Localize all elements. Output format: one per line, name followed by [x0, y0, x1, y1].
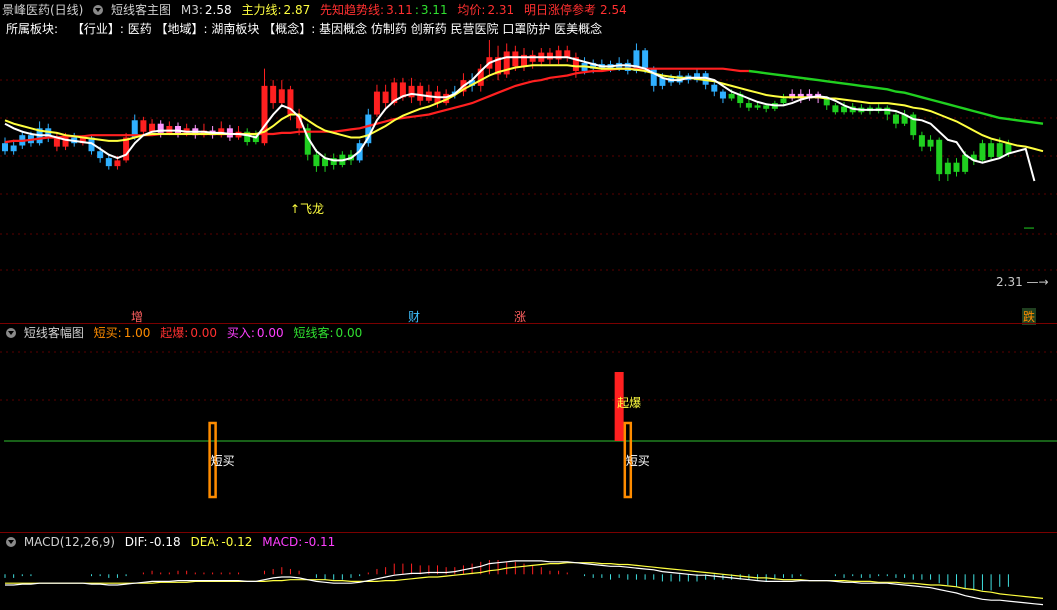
- macd-header: MACD(12,26,9) DIF: -0.18 DEA: -0.12 MACD: -…: [2, 533, 341, 551]
- candle-body: [763, 105, 770, 109]
- candle-body: [936, 139, 943, 175]
- boom-value: 0.00: [190, 326, 218, 340]
- feilong-annotation: ↑飞龙: [290, 202, 325, 216]
- candle-body: [780, 98, 787, 104]
- arrow-right-icon: —→: [1022, 275, 1049, 289]
- boom-label: 起爆: [617, 396, 641, 410]
- client-value: 0.00: [335, 326, 363, 340]
- candle-body: [546, 52, 553, 60]
- dea-label: DEA:: [190, 535, 220, 549]
- chevron-down-icon[interactable]: [6, 536, 16, 547]
- dea-value: -0.12: [221, 535, 253, 549]
- candle-body: [918, 135, 925, 147]
- avg-price-marker: 2.31 —→: [996, 275, 1049, 289]
- candle-body: [114, 160, 121, 167]
- buy-label: 买入:: [226, 326, 255, 340]
- candle-body: [10, 145, 17, 152]
- chevron-down-icon[interactable]: [6, 327, 16, 338]
- candle-body: [140, 120, 147, 132]
- short-buy-label: 短买: [211, 454, 235, 468]
- candle-body: [270, 85, 277, 104]
- candle-body: [2, 143, 8, 152]
- sub-header: 短线客幅图 短买: 1.00 起爆: 0.00 买入: 0.00 短线客: 0.00: [2, 324, 368, 342]
- client-label: 短线客:: [293, 326, 334, 340]
- candle-body: [166, 126, 173, 133]
- m3-line: [4, 56, 1036, 182]
- candle-body: [278, 89, 285, 104]
- candle-body: [953, 162, 960, 172]
- buy-value: 0.00: [256, 326, 284, 340]
- candle-body: [564, 50, 571, 58]
- candle-body: [841, 106, 848, 113]
- candle-body: [642, 50, 649, 69]
- candle-body: [417, 85, 424, 101]
- avg-price-marker-value: 2.31: [996, 275, 1023, 289]
- macd-panel-name[interactable]: MACD(12,26,9): [24, 535, 115, 549]
- sub-panel-name[interactable]: 短线客幅图: [24, 326, 84, 340]
- candle-body: [979, 143, 986, 161]
- dif-label: DIF:: [124, 535, 148, 549]
- candle-body: [996, 143, 1003, 157]
- main-price-chart[interactable]: [0, 0, 1057, 324]
- short-buy-value: 1.00: [123, 326, 151, 340]
- short-buy-label: 短买: [626, 454, 650, 468]
- candle-body: [529, 54, 536, 62]
- candle-body: [719, 91, 726, 99]
- candle-body: [408, 85, 415, 98]
- candle-body: [832, 105, 839, 113]
- candle-body: [754, 105, 761, 108]
- candle-body: [373, 91, 380, 115]
- candle-body: [512, 51, 519, 67]
- candle-body: [823, 98, 830, 106]
- candle-body: [728, 93, 735, 99]
- candle-body: [382, 91, 389, 104]
- short-buy-label: 短买:: [93, 326, 122, 340]
- candle-body: [927, 139, 934, 147]
- macd-label: MACD:: [262, 535, 303, 549]
- candle-body: [892, 114, 899, 124]
- boom-label: 起爆:: [160, 326, 189, 340]
- macd-chart[interactable]: [0, 552, 1057, 610]
- candle-body: [988, 143, 995, 157]
- candle-body: [711, 84, 718, 92]
- candle-body: [944, 162, 951, 175]
- candle-body: [97, 151, 104, 159]
- candle-body: [105, 158, 112, 167]
- sub-signal-chart[interactable]: 起爆短买短买短买短买短买短买: [0, 342, 1057, 532]
- candle-body: [745, 103, 752, 108]
- macd-value: -0.11: [304, 535, 336, 549]
- dif-value: -0.18: [149, 535, 181, 549]
- candle-body: [313, 154, 320, 167]
